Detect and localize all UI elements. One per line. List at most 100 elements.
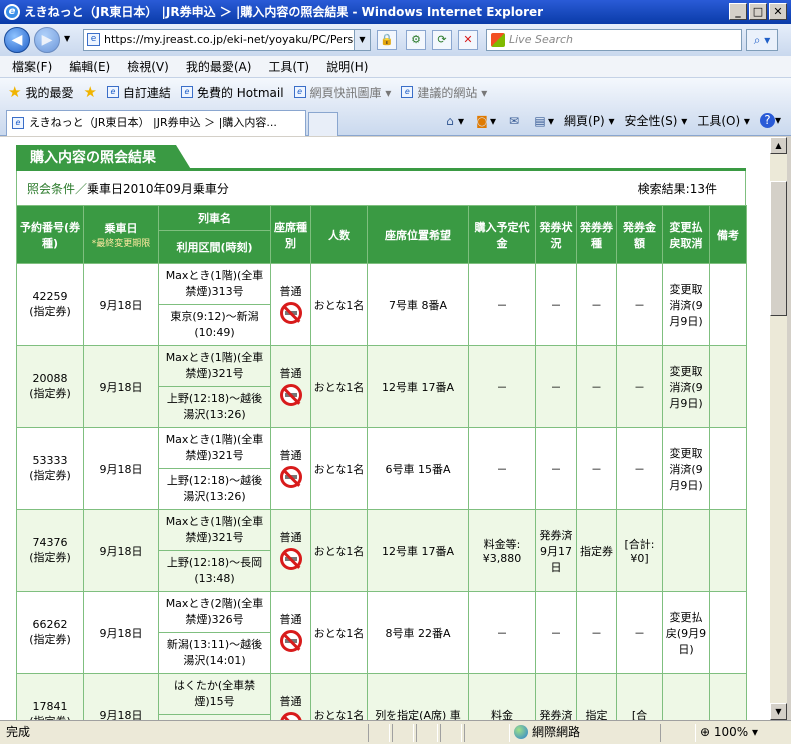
table-body: 42259 (指定券) 9月18日 Maxとき(1階)(全車禁煙)313号 普通 おとな1…	[16, 263, 747, 720]
favorites-bar: ★ 我的最愛 ★ e 自訂連結 e 免費的 Hotmail e 網頁快訊圖庫 ▾…	[0, 78, 791, 106]
zoom-control[interactable]: ⊕ 100% ▾	[700, 721, 758, 743]
forward-button[interactable]: ▶	[34, 27, 60, 53]
menu-tools[interactable]: 工具(T)	[268, 58, 309, 75]
cell-price: －	[468, 427, 536, 510]
search-input[interactable]: Live Search	[486, 29, 742, 51]
menu-file[interactable]: 檔案(F)	[12, 58, 52, 75]
protected-mode-segment[interactable]	[660, 724, 696, 742]
reserve-number: 53333	[32, 454, 68, 467]
no-smoking-icon	[279, 711, 302, 720]
page-menu[interactable]: 網頁(P) ▾	[564, 112, 614, 129]
safety-menu[interactable]: 安全性(S) ▾	[624, 112, 687, 129]
close-button[interactable]: ✕	[769, 3, 787, 20]
reserve-number: 20088	[32, 372, 68, 385]
window-title: えきねっと（JR東日本） |JR券申込 ＞ |購入内容の照会結果 - Windo…	[24, 5, 544, 19]
seat-type: 普通	[279, 530, 302, 544]
cell-ticket: －	[576, 263, 617, 346]
status-text: 完成	[6, 725, 31, 739]
mail-button[interactable]: ✉	[506, 114, 522, 128]
zoom-level: 100% ▾	[713, 725, 759, 739]
minimize-button[interactable]: _	[729, 3, 747, 20]
search-button[interactable]: ⌕ ▾	[746, 29, 778, 51]
cell-ride-date: 9月18日	[83, 263, 159, 346]
condition-label: 照会条件／	[27, 181, 88, 196]
address-input[interactable]: e https://my.jreast.co.jp/eki-net/yoyaku…	[83, 29, 371, 51]
fav-web-slice-gallery[interactable]: e 網頁快訊圖庫 ▾	[293, 84, 391, 101]
cell-route: 上野(12:18)～長岡(13:48)	[158, 550, 271, 592]
cell-remarks	[709, 509, 747, 592]
cell-route: 上野(12:18)～越後湯沢(13:26)	[158, 386, 271, 428]
security-zone[interactable]: 網際網路	[514, 721, 580, 743]
fav-hotmail[interactable]: e 免費的 Hotmail	[180, 84, 284, 101]
tools-menu[interactable]: 工具(O) ▾	[697, 112, 750, 129]
scroll-up-icon[interactable]: ▲	[770, 137, 787, 154]
maximize-button[interactable]: □	[749, 3, 767, 20]
cell-train: Maxとき(1階)(全車禁煙)321号	[158, 345, 271, 387]
mail-icon: ✉	[508, 113, 520, 128]
favorites-button[interactable]: ★ 我的最愛	[8, 83, 73, 101]
back-button[interactable]: ◀	[4, 27, 30, 53]
scroll-down-icon[interactable]: ▼	[770, 703, 787, 720]
cell-route: 上野(12:18)～越後湯沢(13:26)	[158, 468, 271, 510]
table-row: 53333 (指定券) 9月18日 Maxとき(1階)(全車禁煙)321号 普通 おとな1…	[16, 427, 747, 510]
menu-help[interactable]: 說明(H)	[326, 58, 368, 75]
fav-label: 自訂連結	[122, 85, 171, 100]
section-divider	[16, 168, 746, 171]
scroll-thumb[interactable]	[770, 181, 787, 316]
cell-amount: －	[616, 263, 663, 346]
cell-train: Maxとき(1階)(全車禁煙)321号	[158, 427, 271, 469]
cell-seat-type: 普通	[270, 263, 311, 346]
header-train: 列車名	[158, 205, 271, 231]
new-tab-button[interactable]	[308, 112, 338, 136]
menu-view[interactable]: 檢視(V)	[127, 58, 169, 75]
cell-people: おとな1名	[310, 345, 368, 428]
zoom-icon: ⊕	[700, 725, 711, 739]
lock-icon[interactable]: 🔒	[377, 30, 397, 50]
table-row: 66262 (指定券) 9月18日 Maxとき(2階)(全車禁煙)326号 普通 おとな1…	[16, 591, 747, 674]
cell-seat-type: 普通	[270, 673, 311, 720]
cell-train: はくたか(全車禁煙)15号	[158, 673, 271, 715]
help-button[interactable]: ? ▾	[759, 113, 781, 128]
header-price: 購入予定代金	[468, 205, 536, 264]
cell-change	[662, 509, 710, 592]
feeds-button[interactable]: ◙ ▾	[474, 114, 496, 128]
fav-suggested-sites[interactable]: e 建議的網站 ▾	[401, 84, 487, 101]
fav-label: 建議的網站 ▾	[417, 85, 488, 100]
history-dropdown-icon[interactable]: ▼	[64, 34, 70, 43]
print-icon: ▤	[534, 113, 546, 128]
home-button[interactable]: ⌂ ▾	[442, 114, 464, 128]
header-seat-position: 座席位置希望	[367, 205, 469, 264]
stop-icon[interactable]: ✕	[458, 30, 478, 50]
browser-tab[interactable]: e えきねっと（JR東日本） |JR券申込 ＞ |購入内容...	[6, 110, 306, 136]
menu-favorites[interactable]: 我的最愛(A)	[186, 58, 252, 75]
cell-change: 変更取消済(9月9日)	[662, 345, 710, 428]
add-favorite-button[interactable]: ★	[83, 83, 96, 101]
cell-price: －	[468, 263, 536, 346]
cell-ride-date: 9月18日	[83, 509, 159, 592]
status-segment	[440, 724, 462, 742]
vertical-scrollbar[interactable]: ▲ ▼	[770, 137, 787, 720]
cell-ride-date: 9月18日	[83, 591, 159, 674]
search-condition: 照会条件／ 乗車日2010年09月乗車分 検索結果:13件	[16, 171, 746, 205]
rss-icon: ◙	[476, 113, 488, 128]
reserve-number: 74376	[32, 536, 68, 549]
page-icon: e	[12, 117, 24, 129]
cell-remarks	[709, 673, 747, 720]
cell-route: 東京(9:12)～新潟(10:49)	[158, 304, 271, 346]
cell-seat-position: 12号車 17番A	[367, 509, 469, 592]
fav-custom-links[interactable]: e 自訂連結	[106, 84, 171, 101]
refresh-icon[interactable]: ⟳	[432, 30, 452, 50]
ticket-kind: (指定券)	[29, 633, 71, 646]
cell-price: 料金等:¥3,880	[468, 509, 536, 592]
cell-remarks	[709, 427, 747, 510]
favorites-label: 我的最愛	[25, 85, 74, 100]
cell-status: －	[535, 345, 577, 428]
star-icon: ★	[8, 83, 22, 101]
compatibility-icon[interactable]: ⚙	[406, 30, 426, 50]
print-button[interactable]: ▤ ▾	[532, 114, 554, 128]
menu-edit[interactable]: 編輯(E)	[69, 58, 110, 75]
fav-label: 免費的 Hotmail	[196, 85, 284, 100]
address-dropdown-icon[interactable]: ▼	[354, 30, 370, 50]
table-row: 20088 (指定券) 9月18日 Maxとき(1階)(全車禁煙)321号 普通 おとな1…	[16, 345, 747, 428]
cell-price: 料金	[468, 673, 536, 720]
